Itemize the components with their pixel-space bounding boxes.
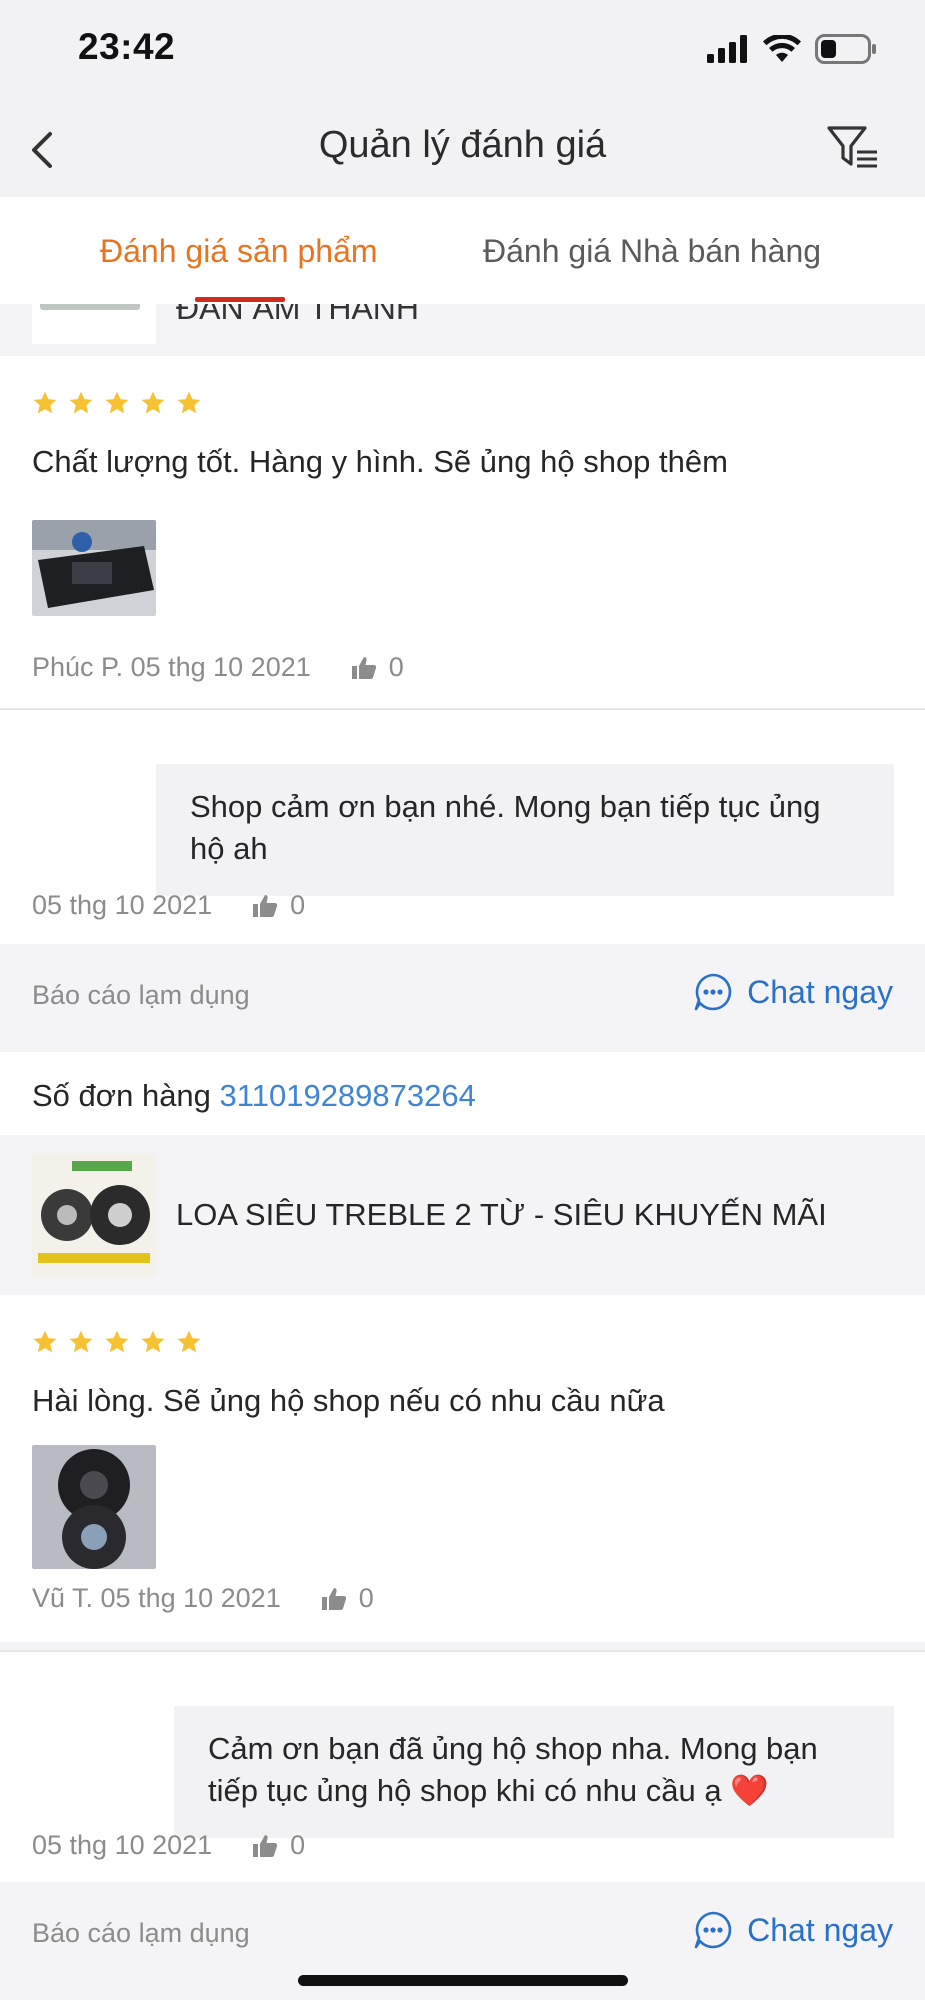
review-photo[interactable] [32, 1445, 156, 1569]
rating-stars [32, 390, 202, 416]
battery-icon [815, 34, 876, 64]
like-count: 0 [358, 1583, 374, 1613]
like-count: 0 [388, 652, 404, 682]
status-time: 23:42 [78, 26, 176, 67]
order-label: Số đơn hàng 311019289873264 [32, 1078, 476, 1114]
review-card: Chất lượng tốt. Hàng y hình. Sẽ ủng hộ s… [0, 356, 925, 710]
review-meta: Vũ T. 05 thg 10 2021 0 [32, 1583, 374, 1614]
thumbs-up-icon [351, 656, 376, 679]
product-name: LOA SIÊU TREBLE 2 TỪ - SIÊU KHUYẾN MÃI [176, 1197, 827, 1232]
reply-meta: 05 thg 10 2021 0 [32, 1830, 305, 1861]
thumbs-up-icon [253, 1834, 278, 1857]
chat-now-button[interactable]: Chat ngay [693, 1910, 893, 1950]
like-button[interactable]: 0 [321, 1583, 374, 1614]
chat-now-label: Chat ngay [747, 973, 893, 1010]
reply-date: 05 thg 10 2021 [32, 1830, 213, 1860]
star-icon [69, 1330, 93, 1353]
star-icon [177, 1330, 201, 1353]
like-button[interactable]: 0 [351, 652, 404, 683]
reply-date: 05 thg 10 2021 [32, 890, 213, 920]
reviewer-date: Phúc P. 05 thg 10 2021 [32, 652, 311, 682]
review-actions: Báo cáo lạm dụng Chat ngay [0, 1882, 925, 1990]
star-icon [141, 1330, 165, 1353]
star-icon [105, 391, 129, 414]
filter-icon[interactable] [825, 122, 881, 174]
report-abuse-link[interactable]: Báo cáo lạm dụng [32, 980, 250, 1011]
shop-reply: Cảm ơn bạn đã ủng hộ shop nha. Mong bạn … [0, 1652, 925, 1892]
product-thumbnail [32, 304, 156, 344]
reply-text: Cảm ơn bạn đã ủng hộ shop nha. Mong bạn … [174, 1706, 894, 1838]
review-tabs: Đánh giá sản phẩm Đánh giá Nhà bán hàng [0, 197, 925, 304]
star-icon [177, 391, 201, 414]
star-icon [141, 391, 165, 414]
star-icon [105, 1330, 129, 1353]
tab-seller-reviews[interactable]: Đánh giá Nhà bán hàng [483, 233, 821, 270]
chat-now-label: Chat ngay [747, 1911, 893, 1948]
reviewer-date: Vũ T. 05 thg 10 2021 [32, 1583, 281, 1613]
header-area: 23:42 Quản lý đánh giá [0, 0, 925, 197]
star-icon [69, 391, 93, 414]
thumbs-up-icon [321, 1587, 346, 1610]
order-label-text: Số đơn hàng [32, 1078, 211, 1113]
shop-reply: Shop cảm ơn bạn nhé. Mong bạn tiếp tục ủ… [0, 710, 925, 944]
star-icon [33, 391, 57, 414]
reply-meta: 05 thg 10 2021 0 [32, 890, 305, 921]
review-actions: Báo cáo lạm dụng Chat ngay [0, 944, 925, 1052]
wifi-icon [763, 35, 801, 62]
reply-text: Shop cảm ơn bạn nhé. Mong bạn tiếp tục ủ… [156, 764, 894, 896]
active-tab-indicator [195, 297, 285, 302]
thumbs-up-icon [253, 894, 278, 917]
signal-icon [707, 35, 747, 63]
review-text: Hài lòng. Sẽ ủng hộ shop nếu có nhu cầu … [32, 1383, 665, 1418]
chat-bubble-icon [694, 973, 732, 1011]
rating-stars [32, 1329, 202, 1355]
product-thumbnail [32, 1153, 156, 1277]
like-count: 0 [290, 890, 306, 920]
chat-bubble-icon [694, 1911, 732, 1949]
tab-product-reviews[interactable]: Đánh giá sản phẩm [100, 233, 378, 270]
like-count: 0 [290, 1830, 306, 1860]
review-photo[interactable] [32, 520, 156, 616]
review-meta: Phúc P. 05 thg 10 2021 0 [32, 652, 404, 683]
status-icons [707, 34, 877, 64]
review-card: Hài lòng. Sẽ ủng hộ shop nếu có nhu cầu … [0, 1295, 925, 1642]
product-row-partial[interactable]: ĐÀN ÂM THANH [0, 304, 925, 356]
page-title: Quản lý đánh giá [318, 124, 607, 166]
product-name: ĐÀN ÂM THANH [176, 304, 419, 326]
order-number-link[interactable]: 311019289873264 [220, 1078, 476, 1113]
product-row[interactable]: LOA SIÊU TREBLE 2 TỪ - SIÊU KHUYẾN MÃI [0, 1135, 925, 1295]
star-icon [33, 1330, 57, 1353]
like-button[interactable]: 0 [252, 1830, 305, 1861]
review-text: Chất lượng tốt. Hàng y hình. Sẽ ủng hộ s… [32, 444, 728, 479]
home-indicator[interactable] [298, 1975, 628, 1986]
chat-now-button[interactable]: Chat ngay [693, 972, 893, 1012]
report-abuse-link[interactable]: Báo cáo lạm dụng [32, 1918, 250, 1949]
like-button[interactable]: 0 [252, 890, 305, 921]
order-row: Số đơn hàng 311019289873264 [0, 1052, 925, 1135]
